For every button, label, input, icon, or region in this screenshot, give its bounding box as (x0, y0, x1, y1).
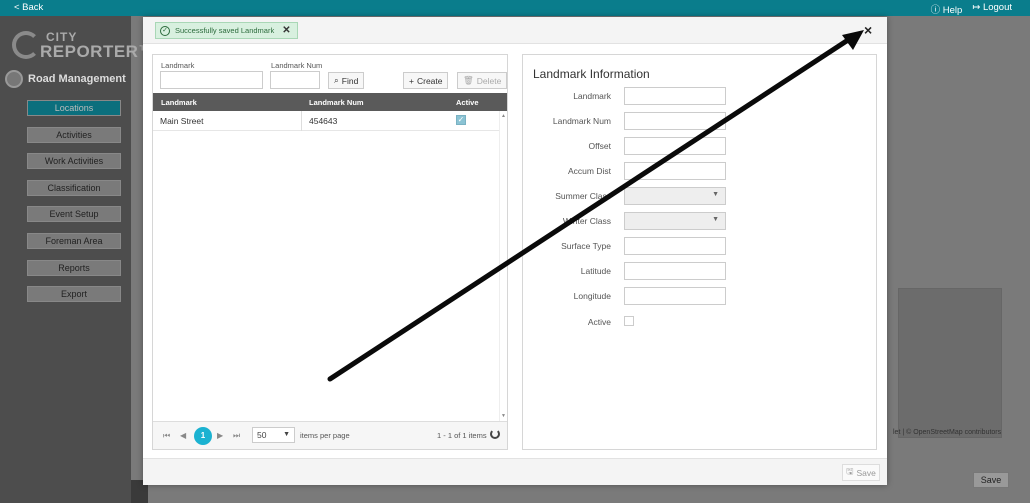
page-size-select[interactable]: 50 ▼ (252, 427, 295, 443)
logo-mark-icon (12, 31, 40, 59)
logout-link[interactable]: ↦ Logout (972, 2, 1012, 16)
scroll-up-icon[interactable]: ▲ (501, 113, 506, 119)
sidebar: CITY REPORTER™ Road Management Locations… (0, 16, 155, 503)
first-page-icon[interactable]: ⏮ (163, 431, 170, 441)
prev-page-icon[interactable]: ◀ (180, 431, 186, 440)
column-header-landmark[interactable]: Landmark (161, 98, 197, 107)
sidebar-nav: Locations Activities Work Activities Cla… (27, 100, 121, 313)
summer-class-select[interactable]: ▼ (624, 187, 726, 205)
chevron-down-icon: ▼ (712, 191, 719, 198)
background-save-button[interactable]: Save (973, 472, 1009, 488)
column-header-active[interactable]: Active (456, 98, 479, 107)
modal-footer: 🖫 Save (143, 458, 887, 485)
field-label-accum-dist: Accum Dist (568, 166, 611, 176)
cell-landmark-num: 454643 (309, 116, 338, 126)
success-toast: ✓ Successfully saved Landmark ✕ (155, 22, 298, 39)
sidebar-item-work-activities[interactable]: Work Activities (27, 153, 121, 170)
field-label-latitude: Latitude (580, 266, 611, 276)
landmark-modal: ✓ Successfully saved Landmark ✕ × Landma… (143, 17, 887, 485)
field-label-winter-class: Winter Class (562, 216, 611, 226)
landmark-input[interactable] (624, 87, 726, 105)
sidebar-item-classification[interactable]: Classification (27, 179, 121, 196)
winter-class-select[interactable]: ▼ (624, 212, 726, 230)
delete-button[interactable]: 🗑 Delete (457, 72, 508, 89)
chevron-down-icon: ▼ (283, 431, 290, 438)
info-panel-title: Landmark Information (533, 67, 650, 81)
sidebar-item-locations[interactable]: Locations (27, 100, 121, 116)
scroll-down-icon[interactable]: ▼ (501, 413, 506, 419)
chevron-down-icon: ▼ (712, 216, 719, 223)
find-button[interactable]: ⌕ Find (328, 72, 365, 89)
grid-scrollbar[interactable]: ▲ ▼ (499, 111, 507, 421)
sidebar-item-foreman-area[interactable]: Foreman Area (27, 232, 121, 249)
toast-message: Successfully saved Landmark (175, 26, 275, 35)
field-label-surface-type: Surface Type (561, 241, 611, 251)
landmark-search-label: Landmark (161, 61, 195, 70)
pager-summary: 1 - 1 of 1 items (437, 431, 487, 440)
plus-icon: + (409, 75, 414, 86)
modal-close-button[interactable]: × (864, 22, 872, 38)
field-label-longitude: Longitude (573, 291, 611, 301)
latitude-input[interactable] (624, 262, 726, 280)
last-page-icon[interactable]: ⏭ (233, 431, 240, 441)
active-checkbox[interactable]: ✓ (456, 115, 466, 125)
active-checkbox-input[interactable] (624, 316, 634, 326)
question-circle-icon: ⓘ (930, 5, 941, 16)
cell-landmark: Main Street (160, 116, 204, 126)
trash-icon: 🗑 (463, 75, 474, 85)
save-button[interactable]: 🖫 Save (842, 464, 880, 481)
logout-icon: ↦ (972, 2, 981, 13)
sidebar-item-export[interactable]: Export (27, 286, 121, 303)
landmark-search-input[interactable] (160, 71, 263, 89)
field-label-landmark-num: Landmark Num (552, 116, 611, 126)
field-label-offset: Offset (588, 141, 611, 151)
floppy-disk-icon: 🖫 (846, 465, 854, 476)
landmark-num-search-input[interactable] (270, 71, 320, 89)
help-link[interactable]: ⓘ Help (931, 2, 963, 16)
landmark-info-panel: Landmark Information Landmark Landmark N… (522, 54, 877, 450)
traffic-light-icon (5, 70, 23, 88)
back-link[interactable]: < Back (14, 2, 43, 13)
search-icon: ⌕ (334, 75, 339, 85)
surface-type-input[interactable] (624, 237, 726, 255)
top-bar: < Back ⓘ Help ↦ Logout (0, 0, 1030, 16)
background-map (898, 288, 1002, 438)
landmark-list-panel: Landmark Landmark Num ⌕ Find + Create 🗑 Del… (152, 54, 508, 450)
table-row[interactable]: Main Street 454643 ✓ (153, 111, 499, 131)
pager: ⏮ ◀ 1 ▶ ⏭ 50 ▼ items per page 1 - 1 of 1… (153, 421, 507, 449)
toast-close-icon[interactable]: ✕ (282, 25, 290, 36)
create-button[interactable]: + Create (403, 72, 449, 89)
grid-header: Landmark Landmark Num Active (153, 93, 507, 111)
sidebar-item-activities[interactable]: Activities (27, 126, 121, 143)
refresh-icon[interactable] (490, 429, 500, 439)
offset-input[interactable] (624, 137, 726, 155)
items-per-page-label: items per page (300, 431, 350, 440)
city-reporter-logo: CITY REPORTER™ (12, 26, 155, 66)
map-attribution: let | © OpenStreetMap contributors (893, 429, 1002, 436)
column-header-landmark-num[interactable]: Landmark Num (309, 98, 364, 107)
current-page-button[interactable]: 1 (194, 427, 212, 445)
cell-divider (301, 111, 302, 131)
sidebar-item-event-setup[interactable]: Event Setup (27, 206, 121, 223)
next-page-icon[interactable]: ▶ (217, 431, 223, 440)
field-label-summer-class: Summer Class (555, 191, 611, 201)
longitude-input[interactable] (624, 287, 726, 305)
sidebar-item-reports[interactable]: Reports (27, 259, 121, 276)
accum-dist-input[interactable] (624, 162, 726, 180)
field-label-active: Active (587, 317, 611, 327)
module-title: Road Management (5, 70, 126, 88)
landmark-num-search-label: Landmark Num (271, 61, 323, 70)
check-circle-icon: ✓ (160, 25, 170, 36)
modal-header: ✓ Successfully saved Landmark ✕ × (143, 17, 887, 44)
field-label-landmark: Landmark (573, 91, 611, 101)
landmark-num-input[interactable] (624, 112, 726, 130)
